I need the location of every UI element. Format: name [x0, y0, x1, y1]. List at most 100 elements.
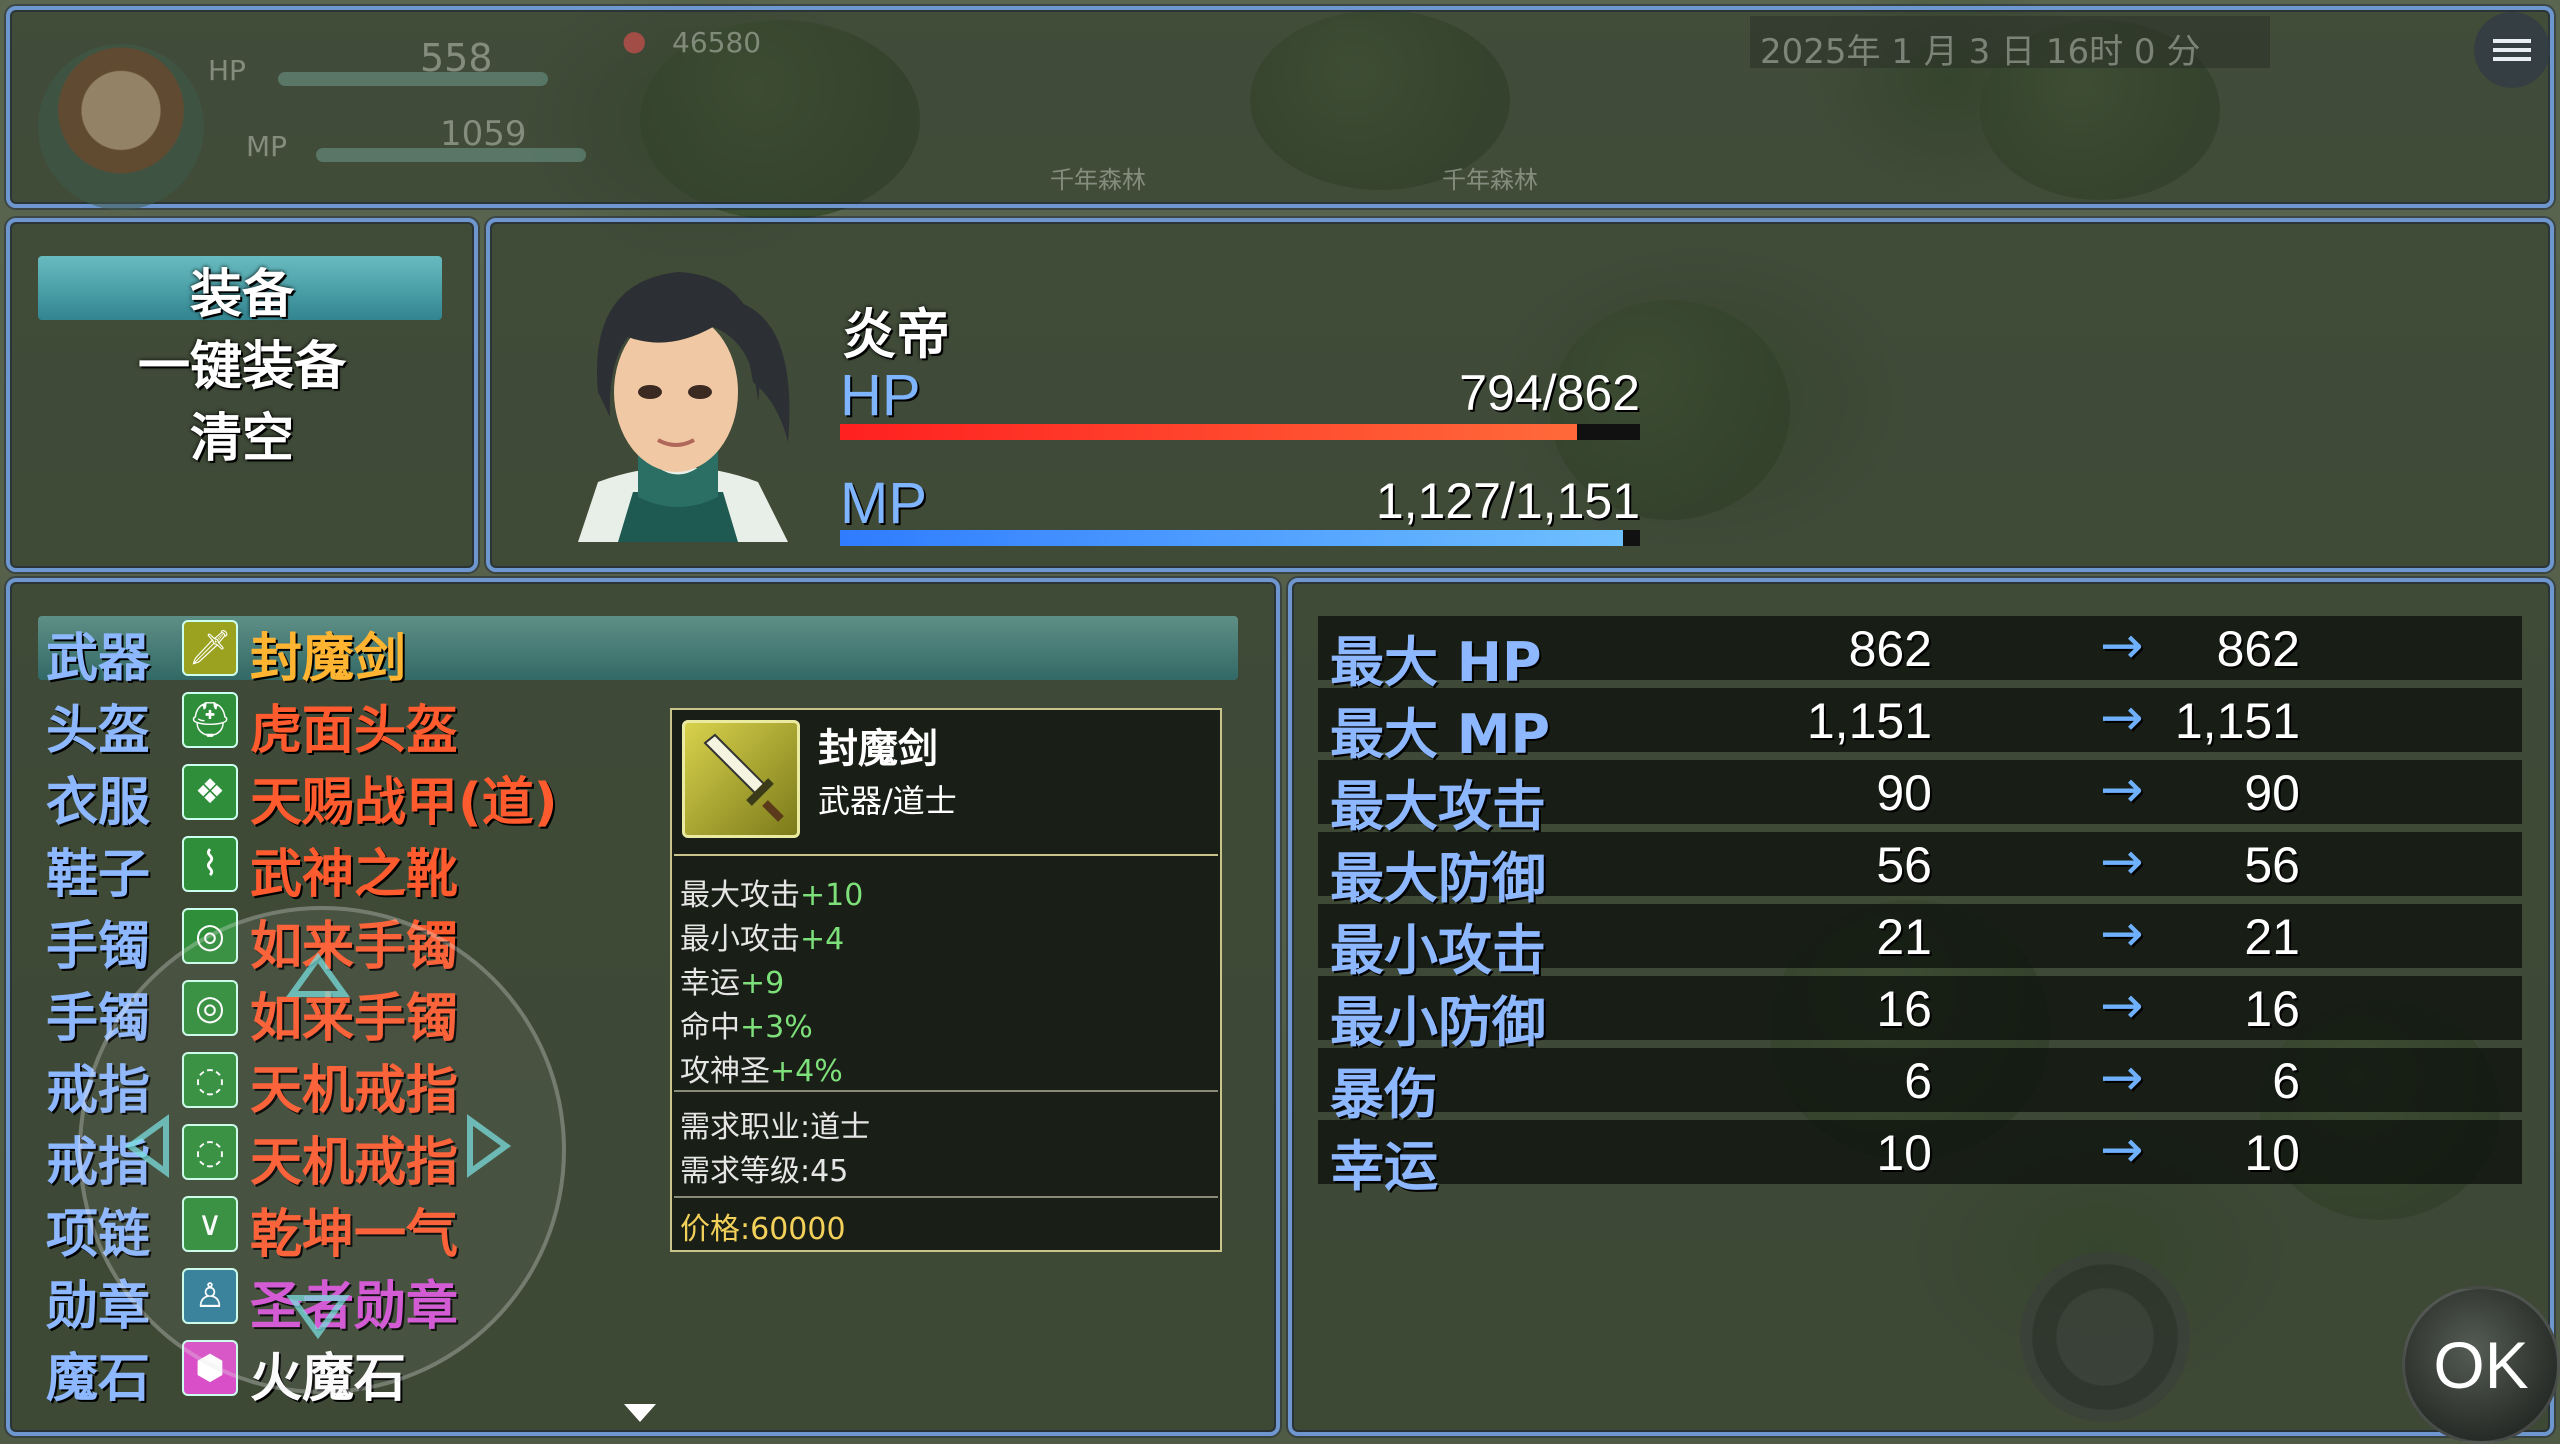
- hud-hp-value: 558: [420, 36, 493, 80]
- tooltip-stat: 幸运+9: [680, 958, 784, 1002]
- tooltip-stat-value: +3%: [740, 1010, 813, 1045]
- command-optimize[interactable]: 一键装备: [6, 324, 478, 399]
- dpad-down-icon[interactable]: [286, 1295, 350, 1340]
- dpad-left-icon[interactable]: [124, 1114, 169, 1178]
- actor-face: [578, 272, 790, 542]
- param-new: 6: [2272, 1053, 2300, 1109]
- param-name: 最大 HP: [1330, 631, 1542, 694]
- map-label: 千年森林: [1050, 166, 1146, 194]
- tooltip-stat: 命中+3%: [680, 1002, 813, 1046]
- tooltip-stat: 攻神圣+4%: [680, 1046, 843, 1090]
- param-current: 1,151: [1806, 693, 1932, 749]
- hud-hp-label: HP: [208, 54, 246, 87]
- equip-slot[interactable]: 武器 🗡 封魔剑: [38, 614, 1238, 689]
- slot-type-label: 武器: [46, 629, 151, 689]
- param-current: 10: [1876, 1125, 1932, 1181]
- arrow-right-icon: →: [2100, 832, 2144, 892]
- datetime: 2025年 1 月 3 日 16时 0 分: [1760, 32, 2201, 72]
- param-name: 暴伤: [1330, 1063, 1438, 1126]
- gold-value: 46580: [672, 26, 762, 59]
- datetime-box: 2025年 1 月 3 日 16时 0 分: [1750, 16, 2270, 72]
- hud-mp-label: MP: [246, 130, 288, 163]
- arrow-right-icon: →: [2100, 760, 2144, 820]
- param-current: 90: [1876, 765, 1932, 821]
- helmet-icon: ⛑: [182, 692, 238, 748]
- menu-icon[interactable]: [2474, 12, 2550, 88]
- tooltip-stat-label: 最小攻击: [680, 922, 800, 957]
- param-new: 10: [2244, 1125, 2300, 1181]
- arrow-right-icon: →: [2100, 688, 2144, 748]
- tooltip-stat: 最小攻击+4: [680, 914, 844, 958]
- hp-gauge-fill: [840, 424, 1577, 440]
- param-row: 幸运 10 → 10: [1318, 1120, 2522, 1198]
- tooltip-req-level: 需求等级:45: [680, 1154, 849, 1189]
- param-new: 1,151: [2174, 693, 2300, 749]
- tooltip-item-name: 封魔剑: [818, 726, 938, 772]
- virtual-dpad[interactable]: [78, 906, 566, 1394]
- divider: [674, 854, 1218, 856]
- hp-gauge: [840, 424, 1640, 440]
- skill-button[interactable]: [2020, 1252, 2190, 1422]
- boots-icon: ⌇: [182, 836, 238, 892]
- tooltip-stat-value: +9: [740, 966, 785, 1001]
- mp-label: MP: [840, 471, 927, 536]
- hp-label: HP: [840, 363, 921, 428]
- param-name: 最小攻击: [1330, 919, 1546, 982]
- tooltip-stat: 最大攻击+10: [680, 870, 863, 914]
- slot-type-label: 鞋子: [46, 845, 151, 905]
- ok-button[interactable]: OK: [2402, 1286, 2560, 1444]
- param-name: 幸运: [1330, 1135, 1438, 1198]
- command-clear[interactable]: 清空: [6, 396, 478, 471]
- tooltip-stat-value: +4: [800, 922, 845, 957]
- dpad-right-icon[interactable]: [467, 1114, 512, 1178]
- gold-icon: ●: [622, 24, 647, 57]
- hud-window: HP 558 MP 1059 ● 46580 千年森林 千年森林 2025年 1…: [6, 6, 2554, 210]
- param-name: 最大防御: [1330, 847, 1546, 910]
- armor-icon: ❖: [182, 764, 238, 820]
- scroll-down-icon[interactable]: [624, 1404, 656, 1422]
- tooltip-stat-label: 最大攻击: [680, 878, 800, 913]
- slot-item-name: 封魔剑: [250, 629, 407, 689]
- param-current: 21: [1876, 909, 1932, 965]
- param-new: 90: [2244, 765, 2300, 821]
- param-row: 最大攻击 90 → 90: [1318, 760, 2522, 838]
- tooltip-stat-value: +4%: [770, 1054, 843, 1089]
- param-row: 最大 HP 862 → 862: [1318, 616, 2522, 694]
- dpad-up-icon[interactable]: [286, 952, 350, 997]
- hp-value: 794/862: [1459, 365, 1640, 421]
- mp-value: 1,127/1,151: [1375, 473, 1640, 529]
- param-name: 最大 MP: [1330, 703, 1551, 766]
- slot-item-name: 武神之靴: [250, 845, 459, 905]
- command-equip[interactable]: 装备: [6, 252, 478, 327]
- param-current: 6: [1904, 1053, 1932, 1109]
- param-row: 暴伤 6 → 6: [1318, 1048, 2522, 1126]
- param-new: 56: [2244, 837, 2300, 893]
- actor-name: 炎帝: [842, 303, 950, 366]
- hud-hp-bar: [278, 72, 548, 86]
- arrow-right-icon: →: [2100, 976, 2144, 1036]
- tooltip-req-class: 需求职业:道士: [680, 1110, 871, 1145]
- tooltip-item-type: 武器/道士: [818, 782, 957, 820]
- slot-type-label: 头盔: [46, 701, 151, 761]
- arrow-right-icon: →: [2100, 616, 2144, 676]
- tooltip-stat-label: 命中: [680, 1010, 740, 1045]
- param-name: 最小防御: [1330, 991, 1546, 1054]
- item-tooltip: 封魔剑 武器/道士 最大攻击+10 最小攻击+4 幸运+9 命中+3% 攻神圣+4% 需…: [670, 708, 1222, 1252]
- param-row: 最大 MP 1,151 → 1,151: [1318, 688, 2522, 766]
- tooltip-stat-label: 幸运: [680, 966, 740, 1001]
- param-current: 56: [1876, 837, 1932, 893]
- param-row: 最大防御 56 → 56: [1318, 832, 2522, 910]
- param-new: 21: [2244, 909, 2300, 965]
- mp-gauge-fill: [840, 530, 1624, 546]
- slot-type-label: 衣服: [46, 773, 151, 833]
- tooltip-stat-value: +10: [800, 878, 864, 913]
- mp-gauge: [840, 530, 1640, 546]
- tooltip-price: 价格:60000: [680, 1212, 846, 1247]
- param-name: 最大攻击: [1330, 775, 1546, 838]
- slot-item-name: 天赐战甲(道): [250, 773, 558, 833]
- arrow-right-icon: →: [2100, 1048, 2144, 1108]
- slot-item-name: 虎面头盔: [250, 701, 459, 761]
- map-label: 千年森林: [1442, 166, 1538, 194]
- arrow-right-icon: →: [2100, 1120, 2144, 1180]
- hud-mp-value: 1059: [440, 114, 527, 154]
